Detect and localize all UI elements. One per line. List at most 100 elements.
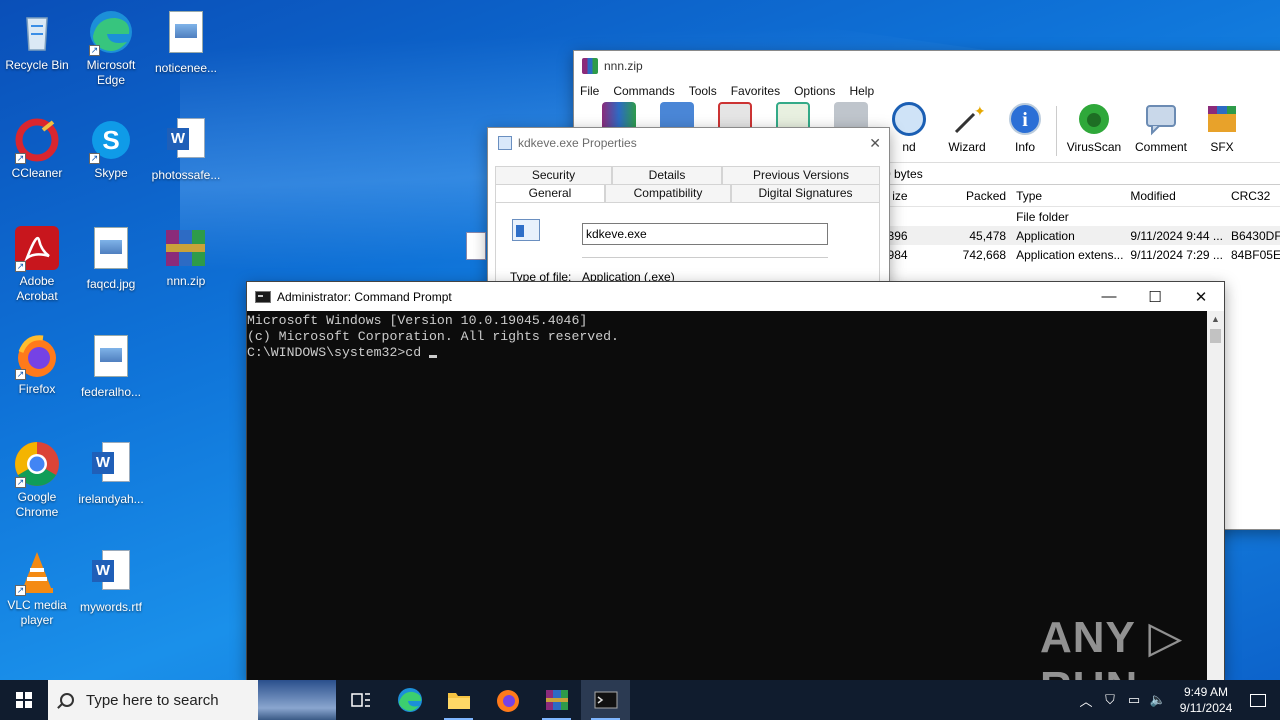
taskbar-edge-button[interactable] — [385, 680, 434, 720]
minimize-button[interactable]: — — [1086, 282, 1132, 311]
edge-icon — [397, 688, 422, 712]
hidden-desktop-file-icon[interactable] — [466, 232, 486, 260]
desktop-icon-photossafe[interactable]: W photossafe... — [149, 116, 223, 183]
toolbar-virusscan-button[interactable]: VirusScan — [1059, 102, 1129, 162]
menu-favorites[interactable]: Favorites — [731, 84, 780, 98]
menu-options[interactable]: Options — [794, 84, 835, 98]
desktop-icon-firefox[interactable]: ↗ Firefox — [0, 332, 74, 397]
desktop-icon-google-chrome[interactable]: ↗ Google Chrome — [0, 440, 74, 520]
cmd-titlebar[interactable]: Administrator: Command Prompt — [247, 282, 1224, 311]
scroll-up-arrow-icon[interactable]: ▲ — [1207, 311, 1224, 328]
network-icon[interactable]: ▭ — [1122, 692, 1146, 708]
toolbar-wizard-button[interactable]: ✦ Wizard — [938, 102, 996, 162]
maximize-button[interactable]: ☐ — [1132, 282, 1178, 311]
task-view-button[interactable] — [336, 680, 385, 720]
toolbar-comment-label: Comment — [1134, 140, 1187, 154]
cell-modified: 9/11/2024 7:29 ... — [1130, 247, 1223, 262]
notification-icon — [1250, 693, 1266, 707]
desktop-icon-adobe-acrobat[interactable]: ↗ Adobe Acrobat — [0, 224, 74, 304]
taskbar-file-explorer-button[interactable] — [434, 680, 483, 720]
desktop-icon-recycle-bin[interactable]: Recycle Bin — [0, 8, 74, 73]
firefox-icon: ↗ — [13, 332, 61, 380]
close-button[interactable]: ✕ — [1178, 282, 1224, 311]
desktop-icon-skype[interactable]: S ↗ Skype — [74, 116, 148, 181]
column-type[interactable]: Type — [1006, 189, 1124, 203]
toolbar-sfx-button[interactable]: SFX — [1193, 102, 1251, 162]
volume-icon[interactable]: 🔈 — [1146, 692, 1170, 708]
cell-type: Application — [1016, 228, 1075, 243]
toolbar-info-button[interactable]: i Info — [996, 102, 1054, 162]
winrar-titlebar[interactable]: nnn.zip — [574, 51, 1280, 81]
desktop-icon-label: nnn.zip — [166, 274, 206, 288]
folder-icon — [447, 693, 470, 709]
desktop-icon-noticenee[interactable]: noticenee... — [149, 8, 223, 76]
taskbar-winrar-button[interactable] — [532, 680, 581, 720]
info-icon: i — [1008, 102, 1042, 136]
properties-title: kdkeve.exe Properties — [518, 135, 637, 150]
word-document-icon: W — [87, 550, 135, 598]
column-packed[interactable]: Packed — [908, 189, 1006, 203]
comment-icon — [1144, 102, 1178, 136]
desktop-icon-nnn-zip[interactable]: nnn.zip — [149, 224, 223, 289]
clock[interactable]: 9:49 AM 9/11/2024 — [1176, 684, 1236, 716]
recycle-bin-icon — [13, 8, 61, 56]
filename-input[interactable]: kdkeve.exe — [582, 223, 828, 245]
column-modified[interactable]: Modified — [1124, 189, 1223, 203]
desktop-icon-microsoft-edge[interactable]: ↗ Microsoft Edge — [74, 8, 148, 88]
system-tray: ︿ ⛉ ▭ 🔈 9:49 AM 9/11/2024 — [1074, 680, 1280, 720]
winrar-title: nnn.zip — [604, 59, 643, 73]
tab-details[interactable]: Details — [612, 166, 722, 184]
task-view-icon — [350, 693, 370, 707]
clock-time: 9:49 AM — [1183, 685, 1229, 699]
toolbar-virusscan-label: VirusScan — [1066, 140, 1122, 154]
cell-packed: 742,668 — [962, 247, 1007, 262]
desktop-icon-label: Firefox — [18, 382, 56, 396]
show-hidden-icons-chevron-icon[interactable]: ︿ — [1074, 691, 1098, 710]
tab-previous-versions[interactable]: Previous Versions — [722, 166, 880, 184]
shortcut-arrow-icon: ↗ — [15, 369, 26, 380]
exe-file-icon — [498, 136, 512, 151]
taskbar-firefox-button[interactable] — [483, 680, 532, 720]
word-document-icon: W — [162, 118, 210, 166]
svg-text:i: i — [1022, 109, 1028, 131]
image-file-icon — [87, 335, 135, 383]
properties-dialog: kdkeve.exe Properties ✕ Security Details… — [487, 127, 890, 287]
windows-logo-icon — [15, 691, 33, 709]
menu-tools[interactable]: Tools — [689, 84, 717, 98]
shortcut-arrow-icon: ↗ — [15, 585, 26, 596]
wizard-wand-icon: ✦ — [950, 102, 986, 136]
desktop-icon-federalho[interactable]: federalho... — [74, 332, 148, 400]
desktop-icon-label: Recycle Bin — [5, 58, 69, 72]
cell-packed: 45,478 — [969, 228, 1007, 243]
menu-file[interactable]: File — [580, 84, 599, 98]
action-center-button[interactable] — [1236, 680, 1280, 720]
shortcut-arrow-icon: ↗ — [89, 45, 100, 56]
desktop-icon-ccleaner[interactable]: ↗ CCleaner — [0, 116, 74, 181]
properties-tabs: Security Details Previous Versions Gener… — [495, 166, 880, 202]
properties-titlebar[interactable]: kdkeve.exe Properties ✕ — [488, 128, 889, 158]
start-button[interactable] — [0, 680, 48, 720]
desktop-icon-label: federalho... — [80, 385, 142, 399]
desktop-icon-faqcd-jpg[interactable]: faqcd.jpg — [74, 224, 148, 292]
column-crc32[interactable]: CRC32 — [1223, 189, 1280, 203]
taskbar-cmd-button[interactable] — [581, 680, 630, 720]
cell-crc: 84BF05EC — [1230, 247, 1280, 262]
tab-compatibility[interactable]: Compatibility — [605, 184, 731, 202]
desktop-icon-mywords-rtf[interactable]: W mywords.rtf — [74, 548, 148, 615]
tab-digital-signatures[interactable]: Digital Signatures — [731, 184, 880, 202]
scroll-thumb[interactable] — [1210, 329, 1221, 343]
desktop-icon-label: VLC media player — [7, 598, 67, 627]
menu-commands[interactable]: Commands — [613, 84, 674, 98]
desktop-icon-vlc[interactable]: ↗ VLC media player — [0, 548, 74, 628]
tab-general[interactable]: General — [495, 184, 605, 202]
cmd-title: Administrator: Command Prompt — [277, 289, 452, 304]
desktop-icon-irelandyah[interactable]: W irelandyah... — [74, 440, 148, 507]
properties-close-button[interactable]: ✕ — [869, 135, 881, 152]
security-shield-icon[interactable]: ⛉ — [1098, 692, 1122, 708]
image-file-icon — [87, 227, 135, 275]
tab-security[interactable]: Security — [495, 166, 612, 184]
menu-help[interactable]: Help — [849, 84, 874, 98]
toolbar-comment-button[interactable]: Comment — [1129, 102, 1193, 162]
word-document-icon: W — [87, 442, 135, 490]
taskbar-search-box[interactable]: Type here to search — [48, 680, 336, 720]
